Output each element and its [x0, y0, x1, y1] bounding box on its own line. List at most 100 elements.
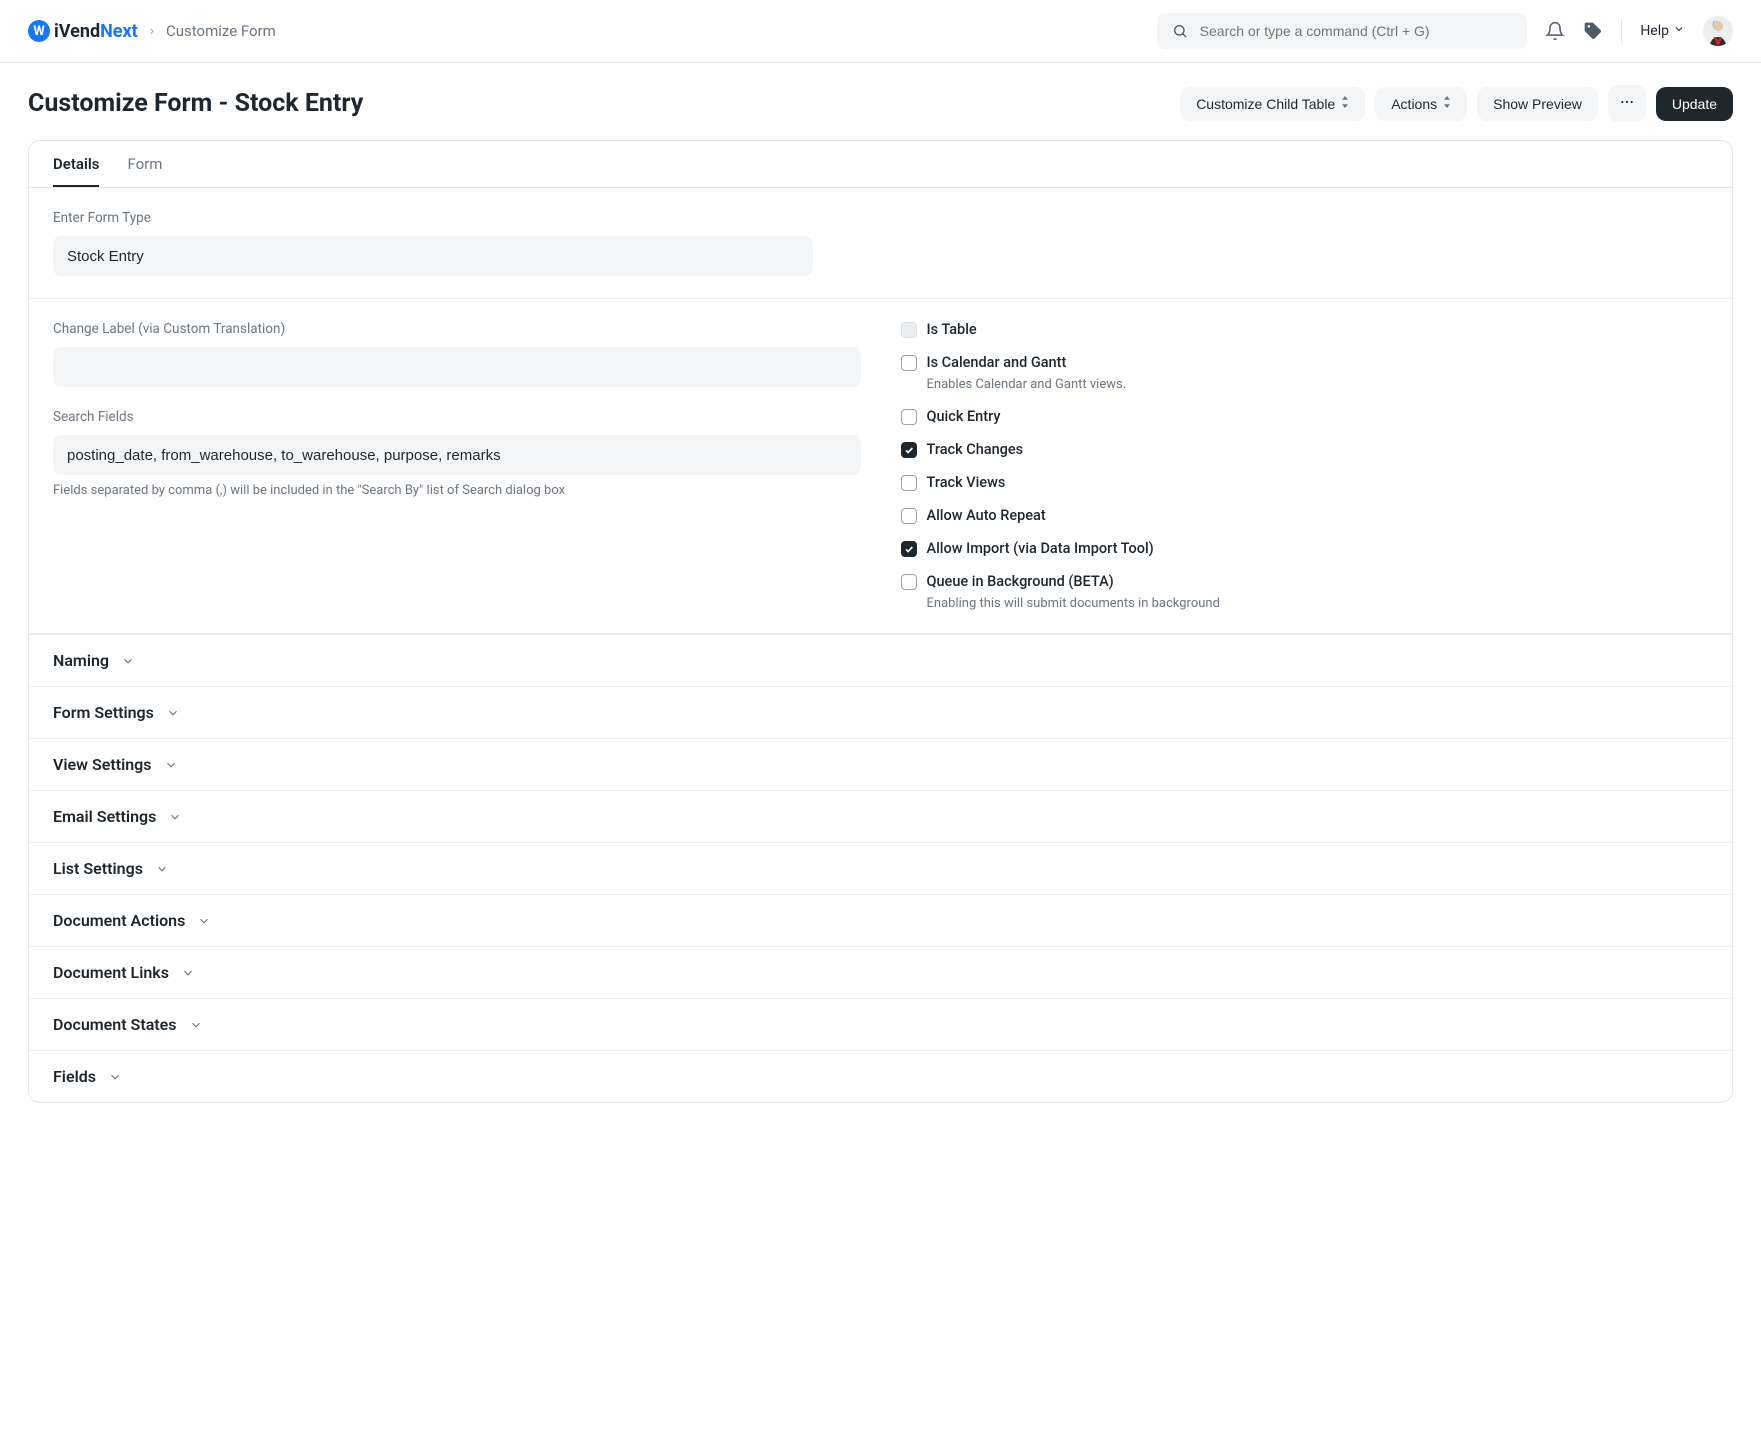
section-document-states[interactable]: Document States [29, 998, 1732, 1050]
page-actions: Customize Child Table Actions Show Previ… [1180, 85, 1733, 122]
form-type-input[interactable] [53, 236, 813, 276]
logo-text-b: Next [100, 21, 138, 42]
check-label: Track Changes [927, 441, 1024, 458]
help-dropdown[interactable]: Help [1640, 23, 1685, 39]
more-horizontal-icon [1619, 94, 1635, 113]
logo[interactable]: W iVendNext [28, 20, 138, 42]
section-email-settings[interactable]: Email Settings [29, 790, 1732, 842]
search-fields-label: Search Fields [53, 409, 861, 425]
section-form-settings[interactable]: Form Settings [29, 686, 1732, 738]
check-allow-import[interactable]: Allow Import (via Data Import Tool) [901, 540, 1709, 557]
section-document-links[interactable]: Document Links [29, 946, 1732, 998]
section-fields[interactable]: Fields [29, 1050, 1732, 1102]
customize-child-table-button[interactable]: Customize Child Table [1180, 87, 1365, 121]
actions-button[interactable]: Actions [1375, 87, 1467, 121]
check-queue-bg[interactable]: Queue in Background (BETA) [901, 573, 1709, 590]
check-track-views[interactable]: Track Views [901, 474, 1709, 491]
section-naming[interactable]: Naming [29, 634, 1732, 686]
bell-icon[interactable] [1545, 21, 1565, 41]
check-help: Enables Calendar and Gantt views. [927, 377, 1709, 392]
field-search-fields: Search Fields Fields separated by comma … [53, 409, 861, 498]
check-auto-repeat[interactable]: Allow Auto Repeat [901, 507, 1709, 524]
logo-text-a: iVend [54, 21, 100, 42]
checkbox-checked-icon [901, 541, 917, 557]
tabs: Details Form [29, 141, 1732, 188]
tab-details[interactable]: Details [53, 155, 99, 187]
section-title: View Settings [53, 755, 152, 774]
check-label: Is Table [927, 321, 977, 338]
left-column: Change Label (via Custom Translation) Se… [53, 321, 861, 611]
checkbox-icon [901, 574, 917, 590]
check-label: Is Calendar and Gantt [927, 354, 1067, 371]
checkbox-checked-icon [901, 442, 917, 458]
right-column: Is Table Is Calendar and Gantt Enables C… [901, 321, 1709, 611]
chevron-down-icon [166, 706, 180, 720]
chevron-down-icon [197, 914, 211, 928]
chevron-down-icon [181, 966, 195, 980]
update-button[interactable]: Update [1656, 87, 1733, 121]
section-title: Document Actions [53, 911, 185, 930]
chevron-down-icon [164, 758, 178, 772]
select-caret-icon [1443, 96, 1451, 111]
checkbox-icon [901, 322, 917, 338]
button-label: Actions [1391, 96, 1437, 112]
field-change-label: Change Label (via Custom Translation) [53, 321, 861, 387]
check-is-table[interactable]: Is Table [901, 321, 1709, 338]
change-label-label: Change Label (via Custom Translation) [53, 321, 861, 337]
field-form-type: Enter Form Type [53, 210, 813, 276]
show-preview-button[interactable]: Show Preview [1477, 87, 1598, 121]
help-label: Help [1640, 23, 1669, 39]
chevron-down-icon [121, 654, 135, 668]
search-fields-help: Fields separated by comma (,) will be in… [53, 483, 861, 498]
checkbox-icon [901, 475, 917, 491]
check-track-changes[interactable]: Track Changes [901, 441, 1709, 458]
page-title: Customize Form - Stock Entry [28, 89, 363, 118]
navbar: W iVendNext › Customize Form Help [0, 0, 1761, 63]
check-label: Quick Entry [927, 408, 1001, 425]
more-button[interactable] [1608, 85, 1646, 122]
chevron-down-icon [108, 1070, 122, 1084]
change-label-input[interactable] [53, 347, 861, 387]
section-list-settings[interactable]: List Settings [29, 842, 1732, 894]
tag-icon[interactable] [1583, 21, 1603, 41]
section-title: Form Settings [53, 703, 154, 722]
section-settings: Change Label (via Custom Translation) Se… [29, 299, 1732, 634]
avatar[interactable] [1703, 16, 1733, 46]
chevron-down-icon [1673, 23, 1685, 39]
checkbox-icon [901, 355, 917, 371]
nav-right: Help [1157, 13, 1733, 49]
button-label: Show Preview [1493, 96, 1582, 112]
check-is-calendar[interactable]: Is Calendar and Gantt [901, 354, 1709, 371]
page-header: Customize Form - Stock Entry Customize C… [0, 63, 1761, 140]
section-title: Email Settings [53, 807, 156, 826]
chevron-down-icon [155, 862, 169, 876]
checkbox-icon [901, 508, 917, 524]
check-quick-entry[interactable]: Quick Entry [901, 408, 1709, 425]
search-fields-input[interactable] [53, 435, 861, 475]
divider [1621, 19, 1622, 43]
section-title: List Settings [53, 859, 143, 878]
section-form-type: Enter Form Type [29, 188, 1732, 299]
button-label: Customize Child Table [1196, 96, 1335, 112]
select-caret-icon [1341, 96, 1349, 111]
chevron-right-icon: › [150, 23, 154, 39]
check-label: Queue in Background (BETA) [927, 573, 1114, 590]
checkbox-icon [901, 409, 917, 425]
logo-badge-icon: W [28, 20, 50, 42]
section-title: Naming [53, 651, 109, 670]
search-box[interactable] [1157, 13, 1527, 49]
section-document-actions[interactable]: Document Actions [29, 894, 1732, 946]
check-label: Allow Import (via Data Import Tool) [927, 540, 1154, 557]
button-label: Update [1672, 96, 1717, 112]
check-help: Enabling this will submit documents in b… [927, 596, 1709, 611]
chevron-down-icon [189, 1018, 203, 1032]
check-label: Allow Auto Repeat [927, 507, 1046, 524]
breadcrumb-item[interactable]: Customize Form [166, 22, 276, 40]
section-title: Document States [53, 1015, 177, 1034]
tab-form[interactable]: Form [127, 155, 162, 187]
section-view-settings[interactable]: View Settings [29, 738, 1732, 790]
form-card: Details Form Enter Form Type Change Labe… [28, 140, 1733, 1103]
search-input[interactable] [1200, 23, 1514, 39]
nav-left: W iVendNext › Customize Form [28, 20, 276, 42]
chevron-down-icon [168, 810, 182, 824]
